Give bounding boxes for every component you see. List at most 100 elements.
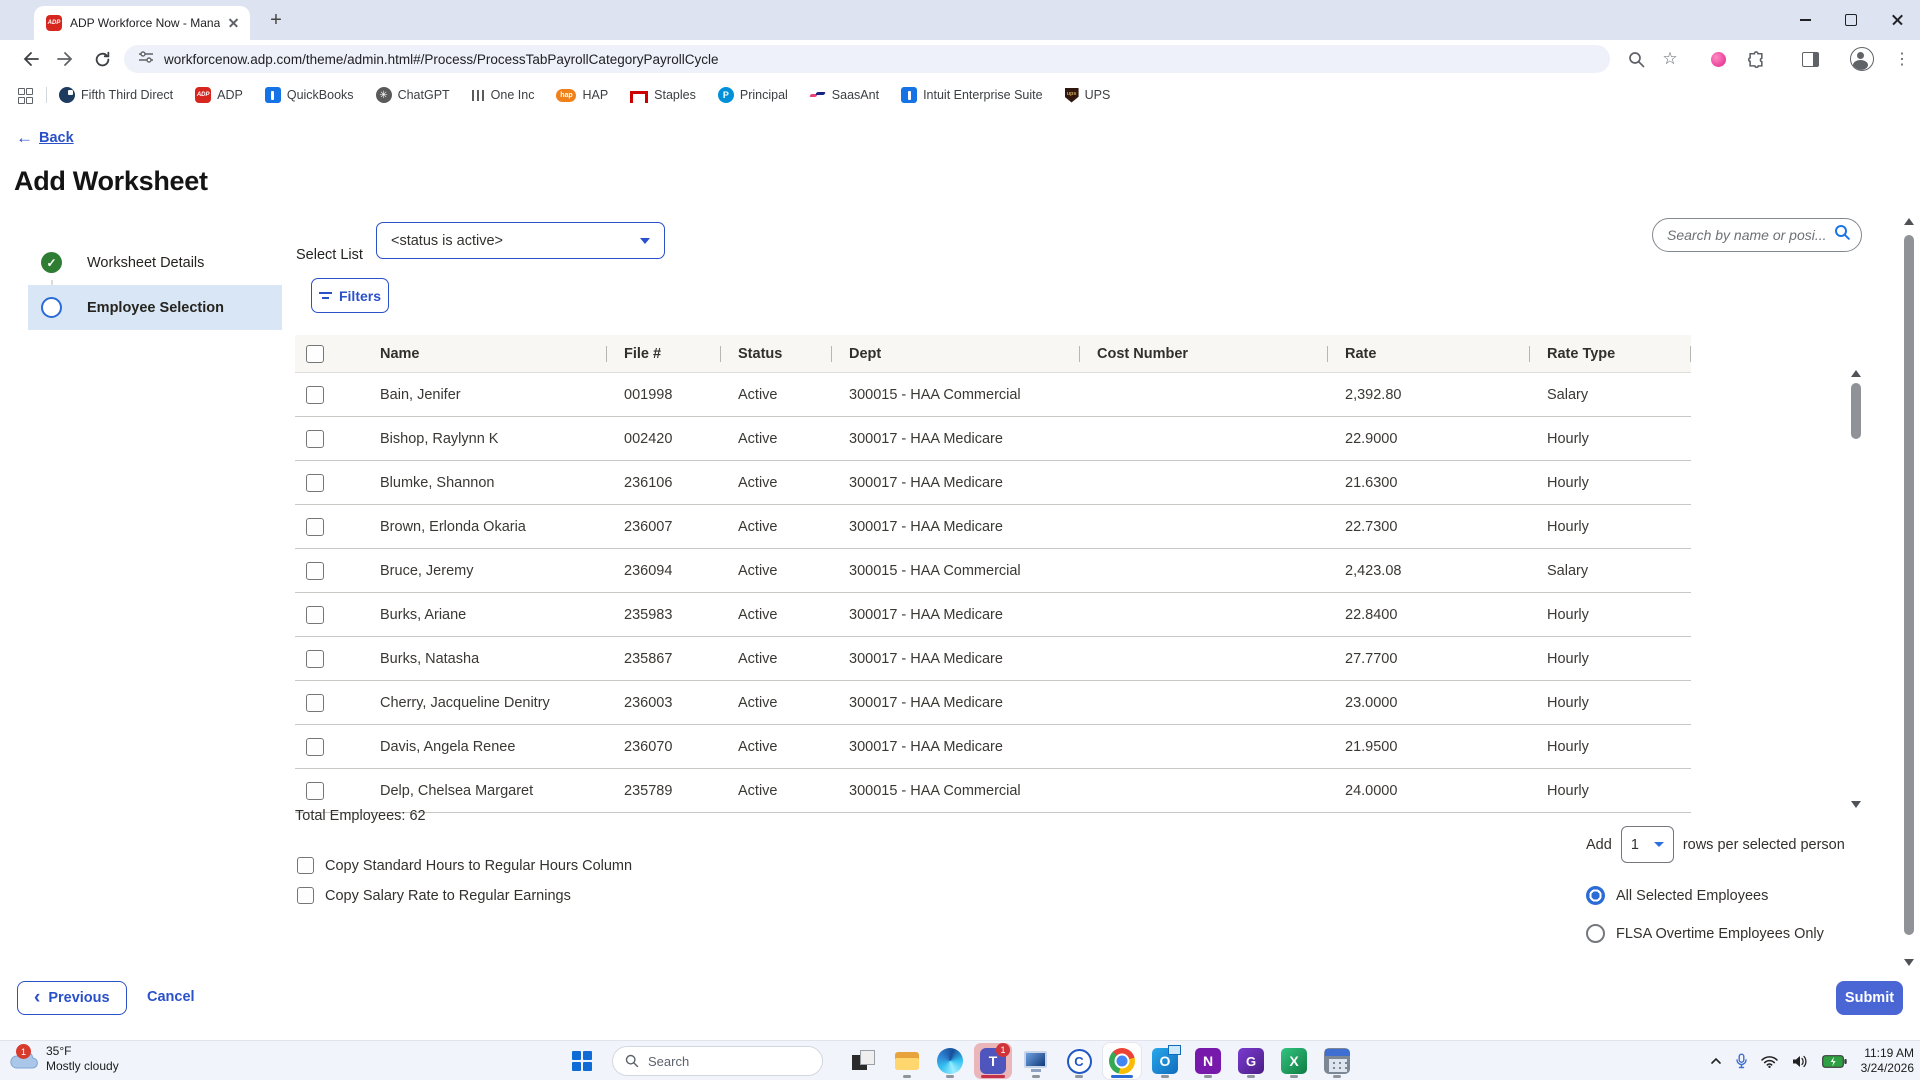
table-row[interactable]: Bishop, Raylynn K 002420 Active 300017 -… bbox=[295, 417, 1691, 461]
site-settings-icon[interactable] bbox=[138, 50, 154, 69]
rows-count-dropdown[interactable]: 1 bbox=[1620, 826, 1674, 863]
select-list-dropdown[interactable]: <status is active> bbox=[376, 222, 665, 259]
col-name[interactable]: Name bbox=[365, 346, 606, 362]
taskbar-app[interactable] bbox=[1103, 1043, 1141, 1079]
row-checkbox[interactable] bbox=[306, 517, 324, 536]
row-checkbox[interactable] bbox=[306, 693, 324, 712]
minimize-icon[interactable] bbox=[1782, 0, 1828, 40]
copy-standard-hours-checkbox[interactable] bbox=[297, 857, 314, 874]
pink-extension-icon[interactable] bbox=[1706, 47, 1730, 71]
bookmark-item[interactable]: Staples bbox=[630, 87, 696, 103]
taskbar-app[interactable] bbox=[1232, 1043, 1270, 1079]
table-row[interactable]: Blumke, Shannon 236106 Active 300017 - H… bbox=[295, 461, 1691, 505]
table-row[interactable]: Bruce, Jeremy 236094 Active 300015 - HAA… bbox=[295, 549, 1691, 593]
page-scrollbar[interactable] bbox=[1902, 218, 1916, 966]
col-cost-number[interactable]: Cost Number bbox=[1079, 346, 1327, 362]
taskbar-app[interactable] bbox=[845, 1043, 883, 1079]
taskbar-app[interactable] bbox=[1189, 1043, 1227, 1079]
menu-kebab-icon[interactable]: ⋮ bbox=[1890, 47, 1914, 71]
taskbar-app[interactable] bbox=[1060, 1043, 1098, 1079]
bookmark-item[interactable]: ChatGPT bbox=[375, 87, 450, 103]
table-row[interactable]: Bain, Jenifer 001998 Active 300015 - HAA… bbox=[295, 373, 1691, 417]
radio-unselected-icon[interactable] bbox=[1586, 924, 1605, 943]
close-icon[interactable] bbox=[1874, 0, 1920, 40]
table-row[interactable]: Cherry, Jacqueline Denitry 236003 Active… bbox=[295, 681, 1691, 725]
back-icon[interactable] bbox=[18, 47, 42, 71]
bookmark-item[interactable]: QuickBooks bbox=[264, 87, 354, 103]
table-scroll-thumb[interactable] bbox=[1851, 383, 1861, 439]
row-checkbox[interactable] bbox=[306, 781, 324, 800]
side-panel-icon[interactable] bbox=[1798, 47, 1822, 71]
taskbar-app[interactable] bbox=[1318, 1043, 1356, 1079]
table-row[interactable]: Delp, Chelsea Margaret 235789 Active 300… bbox=[295, 769, 1691, 813]
taskbar-weather[interactable]: 1 35°F Mostly cloudy bbox=[8, 1044, 119, 1074]
tray-expand-icon[interactable] bbox=[1710, 1057, 1722, 1065]
table-row[interactable]: Brown, Erlonda Okaria 236007 Active 3000… bbox=[295, 505, 1691, 549]
scroll-up-icon[interactable] bbox=[1904, 218, 1914, 225]
scroll-down-icon[interactable] bbox=[1851, 801, 1861, 808]
col-dept[interactable]: Dept bbox=[831, 346, 1079, 362]
taskbar-app[interactable] bbox=[931, 1043, 969, 1079]
submit-button[interactable]: Submit bbox=[1836, 981, 1903, 1015]
microphone-icon[interactable] bbox=[1735, 1053, 1747, 1069]
maximize-icon[interactable] bbox=[1828, 0, 1874, 40]
volume-icon[interactable] bbox=[1792, 1055, 1808, 1068]
scroll-up-icon[interactable] bbox=[1851, 370, 1861, 377]
bookmark-item[interactable]: Intuit Enterprise Suite bbox=[901, 87, 1043, 103]
filters-button[interactable]: Filters bbox=[311, 278, 389, 313]
bookmark-star-icon[interactable]: ☆ bbox=[1658, 47, 1682, 71]
row-checkbox[interactable] bbox=[306, 605, 324, 624]
bookmark-item[interactable]: SaasAnt bbox=[810, 87, 879, 103]
col-rate-type[interactable]: Rate Type bbox=[1529, 346, 1691, 362]
taskbar-app[interactable] bbox=[1275, 1043, 1313, 1079]
employee-search-input[interactable] bbox=[1657, 226, 1834, 244]
col-file[interactable]: File # bbox=[606, 346, 720, 362]
radio-selected-icon[interactable] bbox=[1586, 886, 1605, 905]
step-worksheet-details[interactable]: Worksheet Details bbox=[28, 240, 282, 285]
taskbar-search[interactable]: Search bbox=[612, 1046, 823, 1076]
scroll-down-icon[interactable] bbox=[1904, 959, 1914, 966]
taskbar-app[interactable] bbox=[1146, 1043, 1184, 1079]
step-employee-selection[interactable]: Employee Selection bbox=[28, 285, 282, 330]
row-checkbox[interactable] bbox=[306, 561, 324, 580]
table-scrollbar[interactable] bbox=[1849, 370, 1863, 808]
col-status[interactable]: Status bbox=[720, 346, 831, 362]
page-scroll-thumb[interactable] bbox=[1904, 235, 1914, 935]
col-rate[interactable]: Rate bbox=[1327, 346, 1529, 362]
row-checkbox[interactable] bbox=[306, 385, 324, 404]
row-checkbox[interactable] bbox=[306, 429, 324, 448]
battery-icon[interactable] bbox=[1821, 1054, 1847, 1068]
clock[interactable]: 11:19 AM 3/24/2026 bbox=[1861, 1046, 1914, 1076]
bookmark-item[interactable]: Principal bbox=[717, 87, 788, 103]
reload-icon[interactable] bbox=[90, 47, 114, 71]
table-row[interactable]: Burks, Ariane 235983 Active 300017 - HAA… bbox=[295, 593, 1691, 637]
table-row[interactable]: Davis, Angela Renee 236070 Active 300017… bbox=[295, 725, 1691, 769]
url-bar[interactable]: workforcenow.adp.com/theme/admin.html#/P… bbox=[124, 45, 1610, 73]
previous-button[interactable]: ‹ Previous bbox=[17, 981, 127, 1015]
bookmark-item[interactable]: One Inc bbox=[471, 88, 534, 102]
start-button[interactable] bbox=[572, 1051, 592, 1071]
bookmark-item[interactable]: ADP bbox=[195, 87, 243, 103]
taskbar-app[interactable]: 1 bbox=[974, 1043, 1012, 1079]
row-checkbox[interactable] bbox=[306, 473, 324, 492]
row-checkbox[interactable] bbox=[306, 649, 324, 668]
table-row[interactable]: Burks, Natasha 235867 Active 300017 - HA… bbox=[295, 637, 1691, 681]
taskbar-app[interactable] bbox=[888, 1043, 926, 1079]
browser-tab[interactable]: ADP ADP Workforce Now - Manage bbox=[34, 6, 250, 40]
row-checkbox[interactable] bbox=[306, 737, 324, 756]
lens-search-icon[interactable] bbox=[1624, 47, 1648, 71]
forward-icon[interactable] bbox=[54, 47, 78, 71]
extensions-puzzle-icon[interactable] bbox=[1744, 47, 1768, 71]
apps-grid-icon[interactable] bbox=[18, 88, 33, 104]
search-icon[interactable] bbox=[1834, 224, 1851, 246]
copy-salary-rate-checkbox[interactable] bbox=[297, 887, 314, 904]
bookmark-item[interactable]: UPS bbox=[1064, 87, 1110, 103]
wifi-icon[interactable] bbox=[1760, 1055, 1778, 1068]
new-tab-button[interactable]: + bbox=[262, 6, 290, 34]
tab-close-icon[interactable] bbox=[226, 15, 242, 31]
select-all-checkbox[interactable] bbox=[306, 344, 324, 363]
profile-avatar-icon[interactable] bbox=[1850, 47, 1874, 71]
bookmark-item[interactable]: Fifth Third Direct bbox=[59, 87, 173, 103]
taskbar-app[interactable] bbox=[1017, 1043, 1055, 1079]
bookmark-item[interactable]: HAP bbox=[556, 88, 608, 102]
